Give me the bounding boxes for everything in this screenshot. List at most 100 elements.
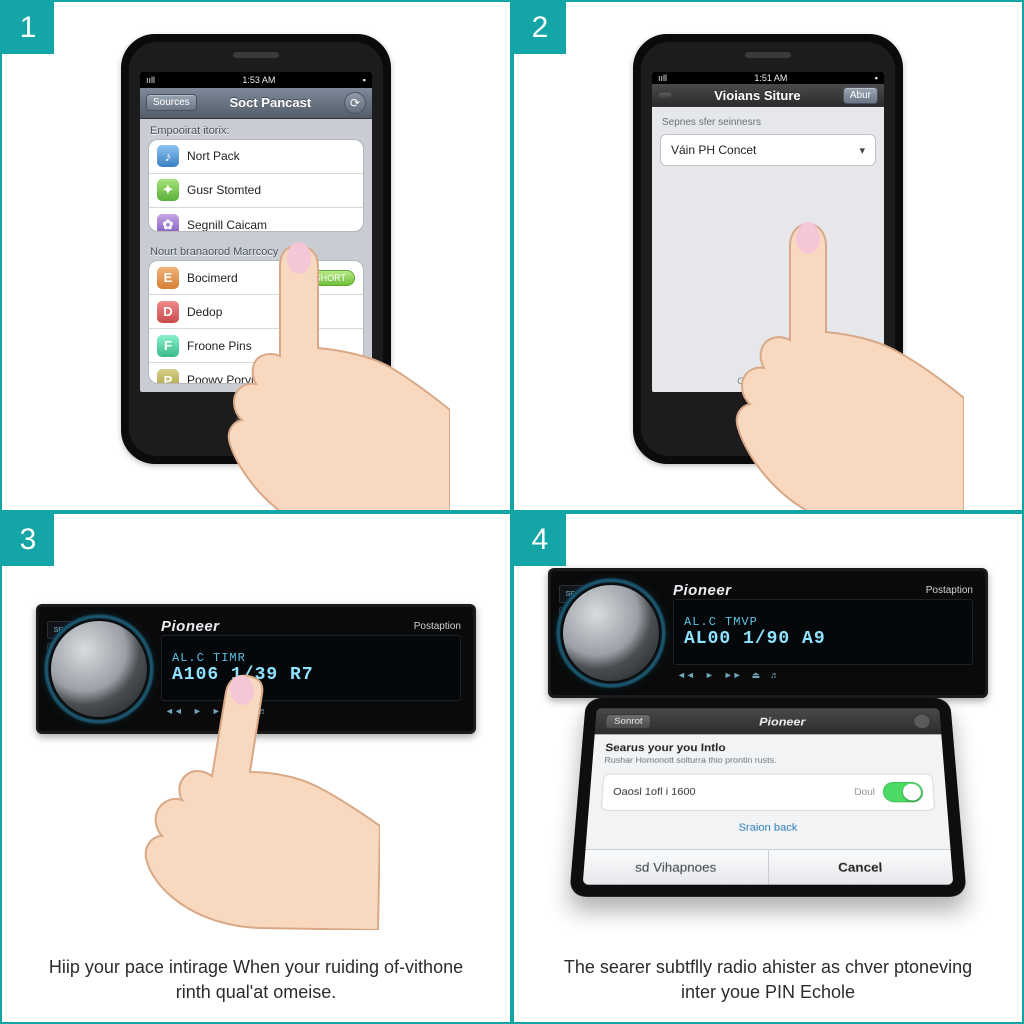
phone-screen: ııll 1:53 AM ▪ Sources Soct Pancast ⟳ Em… <box>140 72 372 392</box>
nav-bar: Vioians Siture Abur <box>652 84 884 107</box>
earpiece <box>233 52 279 58</box>
eject-button[interactable]: ⏏ <box>240 706 249 717</box>
music-button[interactable]: ♬ <box>770 670 779 680</box>
car-stereo: SRC DISP BAND Pioneer Postaption AL.C TI… <box>36 604 476 734</box>
model-label: Postaption <box>926 585 973 596</box>
confirm-button[interactable]: sd Vihapnoes <box>583 850 769 885</box>
home-button[interactable] <box>235 406 277 448</box>
back-button[interactable]: Sources <box>146 94 197 111</box>
item-label: Poowy Porvi <box>187 373 254 384</box>
signal-icon: ııll <box>146 75 155 85</box>
lcd-line-1: AL.C TMVP <box>684 615 962 629</box>
tablet-screen: Sonrot Pioneer Searus your you Intlo Rus… <box>583 708 954 884</box>
badge-pill: SHORT <box>306 270 355 286</box>
nav-right-button[interactable]: Abur <box>843 87 878 104</box>
list-group-2: E Bocimerd SHORT D Dedop F Froone Pins P <box>148 260 364 384</box>
battery-icon: ▪ <box>875 73 878 83</box>
brand-logo: Pioneer <box>161 618 220 635</box>
footer-hint: Ovaters Fhoido <box>660 376 876 386</box>
app-icon: ♪ <box>157 145 179 167</box>
tablet-nav: Sonrot Pioneer <box>595 708 942 734</box>
list-item[interactable]: P Poowy Porvi <box>149 363 363 384</box>
refresh-icon[interactable]: ⟳ <box>344 92 366 114</box>
section-header: Nourt branaorod Marrcocy <box>140 240 372 260</box>
app-icon: ✿ <box>157 214 179 232</box>
list-item[interactable]: D Dedop <box>149 295 363 329</box>
step-number-badge: 3 <box>2 514 54 566</box>
settings-row[interactable]: Oaosl 1ofl i 1600 Doul <box>601 774 936 811</box>
step-number-badge: 2 <box>514 2 566 54</box>
list-item[interactable]: F Froone Pins <box>149 329 363 363</box>
next-button[interactable]: ►► <box>212 706 230 716</box>
item-label: Froone Pins <box>187 339 252 353</box>
cancel-button[interactable]: Cancel <box>769 850 954 885</box>
next-button[interactable]: ►► <box>724 670 742 680</box>
step-number-badge: 4 <box>514 514 566 566</box>
stereo-button-row: ◄◄ ► ►► ⏏ ♬ <box>161 701 461 721</box>
screen-body: Sepnes sfer seinnesrs Váin PH Concet ▾ O… <box>652 107 884 392</box>
home-button[interactable] <box>747 406 789 448</box>
step-number-badge: 1 <box>2 2 54 54</box>
step-caption: The searer subtflly radio ahister as chv… <box>554 955 982 1004</box>
app-icon: E <box>157 267 179 289</box>
back-button[interactable] <box>658 92 672 98</box>
list-item[interactable]: ✿ Segnill Caicam <box>149 208 363 232</box>
car-stereo: SRC DISP BAND Pioneer Postaption AL.C TM… <box>548 568 988 698</box>
step-panel-3: 3 SRC DISP BAND Pioneer Postaption AL.C … <box>0 512 512 1024</box>
brand-logo: Pioneer <box>673 582 732 599</box>
step-panel-1: 1 ııll 1:53 AM ▪ Sources Soct Pancast ⟳ … <box>0 0 512 512</box>
earpiece <box>745 52 791 58</box>
lcd-line-2: A106 1/39 R7 <box>172 665 450 685</box>
nav-bar: Sources Soct Pancast ⟳ <box>140 88 372 119</box>
back-button[interactable]: Sonrot <box>605 714 652 729</box>
list-item[interactable]: E Bocimerd SHORT <box>149 261 363 295</box>
row-label: Oaosl 1ofl i 1600 <box>613 787 696 798</box>
model-label: Postaption <box>414 621 461 632</box>
item-label: Segnill Caicam <box>187 218 267 232</box>
battery-icon: ▪ <box>363 75 366 85</box>
iphone-device: ııll 1:51 AM ▪ Vioians Siture Abur Sepne… <box>633 34 903 464</box>
item-label: Dedop <box>187 305 222 319</box>
lcd-display: AL.C TIMR A106 1/39 R7 <box>161 635 461 701</box>
item-label: Nort Pack <box>187 149 240 163</box>
nav-title: Soct Pancast <box>230 95 312 110</box>
step-panel-2: 2 ııll 1:51 AM ▪ Vioians Siture Abur Sep… <box>512 0 1024 512</box>
list-item[interactable]: ♪ Nort Pack <box>149 140 363 174</box>
prev-button[interactable]: ◄◄ <box>677 670 695 680</box>
volume-dial[interactable] <box>563 585 659 681</box>
signal-icon: ııll <box>658 73 667 83</box>
step-panel-4: 4 SRC DISP BAND Pioneer Postaption AL.C … <box>512 512 1024 1024</box>
iphone-device: ııll 1:53 AM ▪ Sources Soct Pancast ⟳ Em… <box>121 34 391 464</box>
stereo-face: Pioneer Postaption AL.C TMVP AL00 1/90 A… <box>673 581 973 685</box>
device-dropdown[interactable]: Váin PH Concet ▾ <box>660 134 876 166</box>
eject-button[interactable]: ⏏ <box>752 670 761 681</box>
chevron-down-icon: ▾ <box>859 144 865 157</box>
app-icon: F <box>157 335 179 357</box>
prev-button[interactable]: ◄◄ <box>165 706 183 716</box>
volume-dial[interactable] <box>51 621 147 717</box>
section-header: Empooirat itorix: <box>140 119 372 139</box>
section-title: Searus your you Intlo <box>605 741 931 753</box>
toggle-switch[interactable] <box>882 782 923 802</box>
app-icon: ✦ <box>157 179 179 201</box>
info-icon[interactable] <box>913 713 932 729</box>
list-item[interactable]: ✦ Gusr Stomted <box>149 174 363 208</box>
link-button[interactable]: Sraion back <box>599 822 937 833</box>
list-group-1: ♪ Nort Pack ✦ Gusr Stomted ✿ Segnill Cai… <box>148 139 364 232</box>
lcd-display: AL.C TMVP AL00 1/90 A9 <box>673 599 973 665</box>
nav-title: Vioians Siture <box>714 88 800 103</box>
pairing-tablet: Sonrot Pioneer Searus your you Intlo Rus… <box>569 698 967 897</box>
subtitle: Sepnes sfer seinnesrs <box>662 117 874 128</box>
play-button[interactable]: ► <box>705 670 714 680</box>
music-button[interactable]: ♬ <box>258 706 267 716</box>
stereo-button-row: ◄◄ ► ►► ⏏ ♬ <box>673 665 973 685</box>
item-label: Bocimerd <box>187 271 238 285</box>
play-button[interactable]: ► <box>193 706 202 716</box>
app-icon: P <box>157 369 179 384</box>
nav-title: Pioneer <box>759 715 805 728</box>
status-bar: ııll 1:51 AM ▪ <box>652 72 884 84</box>
status-time: 1:51 AM <box>667 73 875 83</box>
status-bar: ııll 1:53 AM ▪ <box>140 72 372 88</box>
lcd-line-1: AL.C TIMR <box>172 651 450 665</box>
row-value: Doul <box>854 787 875 797</box>
